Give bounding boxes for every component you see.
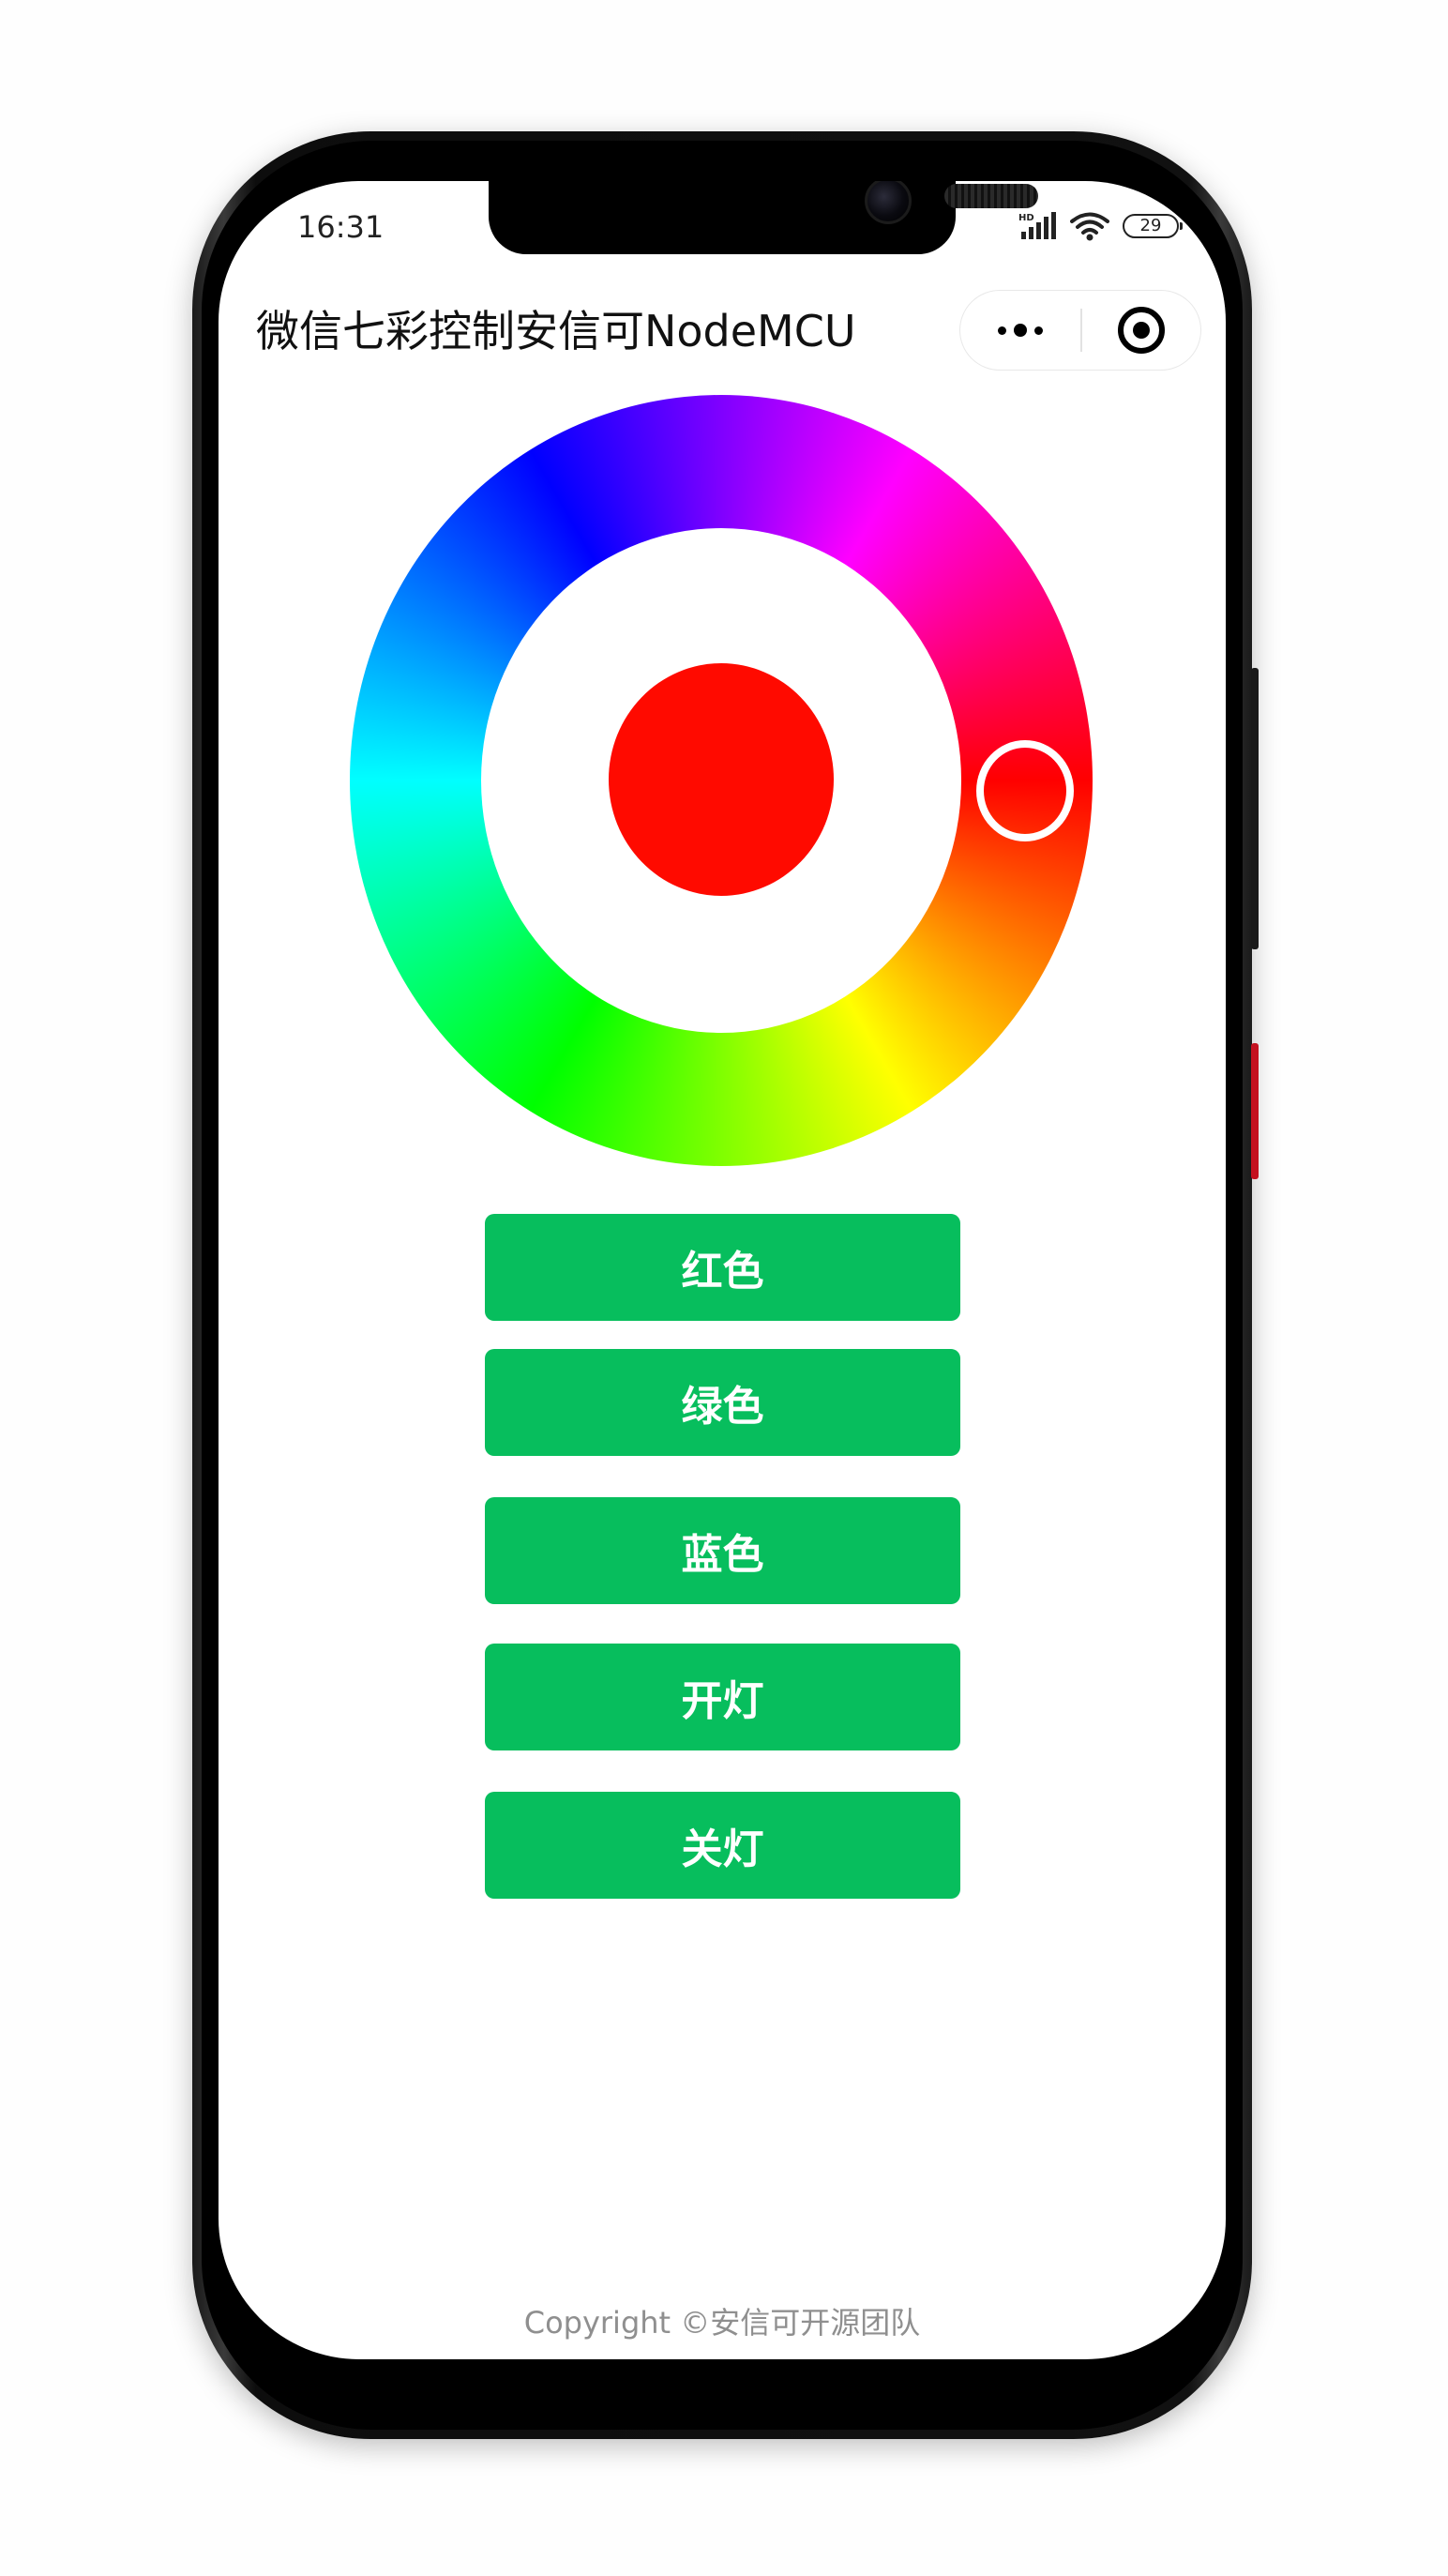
phone-screen: 16:31 HD 29 微信七彩控制安信可NodeMCU 红色 绿色 蓝色 开灯… <box>219 181 1226 2359</box>
earpiece-speaker <box>944 184 1038 208</box>
green-button[interactable]: 绿色 <box>485 1349 960 1456</box>
blue-button-label: 蓝色 <box>681 1531 764 1579</box>
light-off-button[interactable]: 关灯 <box>485 1792 960 1899</box>
battery-icon: 29 <box>1123 214 1183 238</box>
blue-button[interactable]: 蓝色 <box>485 1497 960 1604</box>
more-button[interactable] <box>960 291 1080 370</box>
close-target-icon <box>1117 307 1165 354</box>
light-on-button[interactable]: 开灯 <box>485 1644 960 1750</box>
close-button[interactable] <box>1082 291 1201 370</box>
red-button-label: 红色 <box>681 1248 764 1296</box>
light-off-button-label: 关灯 <box>681 1826 764 1873</box>
device-mockup: 16:31 HD 29 微信七彩控制安信可NodeMCU 红色 绿色 蓝色 开灯… <box>0 0 1448 2576</box>
power-button <box>1251 668 1259 949</box>
light-on-button-label: 开灯 <box>681 1677 764 1725</box>
red-button[interactable]: 红色 <box>485 1214 960 1321</box>
wifi-icon <box>1070 212 1109 241</box>
copyright-footer: Copyright ©安信可开源团队 <box>523 2305 921 2341</box>
mini-program-capsule <box>959 290 1201 371</box>
front-camera <box>865 181 912 224</box>
selected-color-preview <box>609 663 834 896</box>
color-wheel-handle[interactable] <box>976 740 1074 841</box>
green-button-label: 绿色 <box>681 1383 764 1431</box>
signal-icon: HD <box>1018 212 1056 239</box>
status-time: 16:31 <box>297 209 385 245</box>
battery-level: 29 <box>1139 216 1162 235</box>
signal-hd-label: HD <box>1018 213 1034 223</box>
status-icons: HD 29 <box>1018 211 1183 241</box>
page-title: 微信七彩控制安信可NodeMCU <box>256 306 856 356</box>
notch <box>489 181 1038 254</box>
volume-button <box>1251 1043 1259 1179</box>
more-dots-icon <box>998 324 1043 337</box>
